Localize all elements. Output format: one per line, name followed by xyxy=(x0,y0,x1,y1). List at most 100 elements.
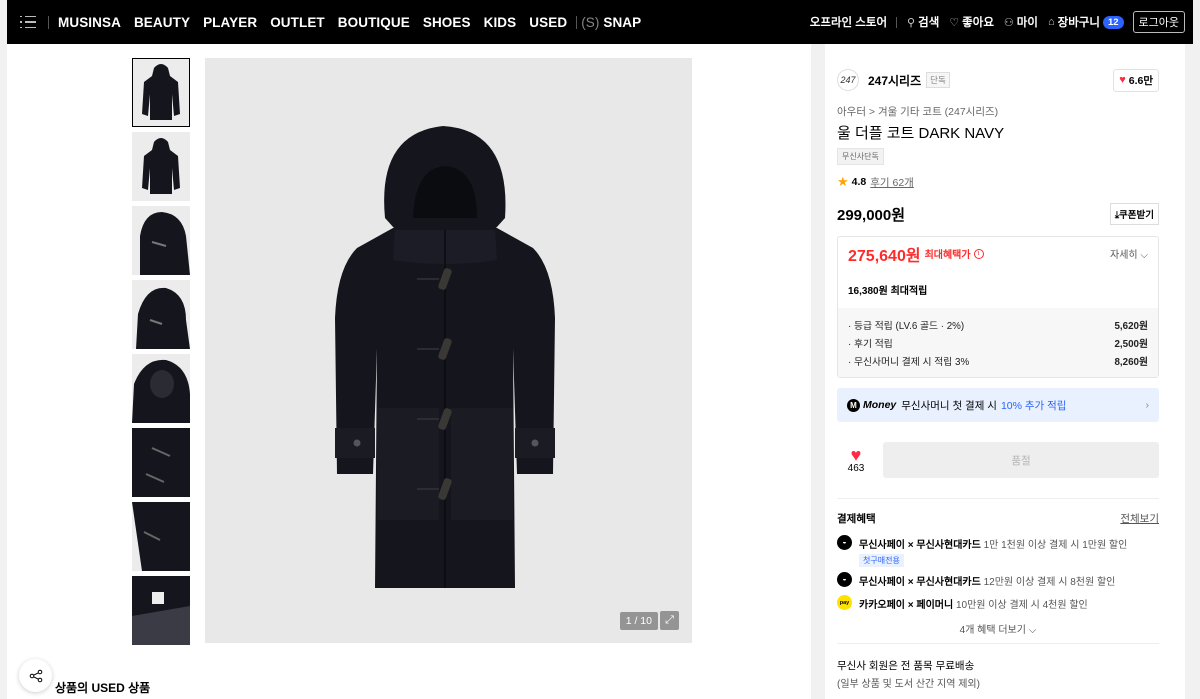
coat-thumbnail-image xyxy=(142,64,180,120)
rating-row: ★ 4.8 후기 62개 xyxy=(837,174,1159,190)
thumbnail-6[interactable] xyxy=(132,428,190,497)
breadcrumb[interactable]: 아우터 > 겨울 기타 코트 (247시리즈) xyxy=(837,104,1159,119)
heart-icon: ♥ xyxy=(1119,74,1126,86)
points-item: · 후기 적립 2,500원 xyxy=(848,334,1148,352)
chevron-down-icon: ⌵ xyxy=(1140,250,1148,261)
menu-icon[interactable] xyxy=(20,15,37,29)
more-benefits-button[interactable]: 4개 혜택 더보기 ⌵ xyxy=(837,621,1159,636)
brand-logo[interactable]: 247 xyxy=(837,69,859,91)
detail-toggle[interactable]: 자세히 ⌵ xyxy=(1110,246,1148,261)
shipping-title: 무신사 회원은 전 품목 무료배송 xyxy=(837,660,975,672)
logout-button[interactable]: 로그아웃 xyxy=(1132,11,1185,33)
musinsa-pay-icon: ◒ xyxy=(837,572,852,587)
more-benefits-label: 4개 혜택 더보기 xyxy=(959,625,1026,636)
view-all-link[interactable]: 전체보기 xyxy=(1120,511,1159,526)
nav-item-kids[interactable]: KIDS xyxy=(484,15,517,30)
brand-exclusive-badge: 단독 xyxy=(926,72,950,88)
product-like-button[interactable]: ♥ 463 xyxy=(837,444,875,474)
points-title: 16,380원 최대적립 xyxy=(848,285,928,297)
price-row: 299,000원 ⤓쿠폰받기 xyxy=(837,203,1159,225)
share-icon[interactable] xyxy=(19,659,52,692)
money-banner-text: 무신사머니 첫 결제 시 xyxy=(901,399,997,412)
nav-item-player[interactable]: PLAYER xyxy=(203,15,257,30)
hood-back-thumbnail-image xyxy=(132,359,190,423)
points-item-value: 8,260원 xyxy=(1114,357,1148,368)
thumbnail-8[interactable] xyxy=(132,576,190,645)
info-icon[interactable]: i xyxy=(973,248,984,259)
coupon-label: 쿠폰받기 xyxy=(1119,210,1154,221)
image-counter: 1 / 10 xyxy=(619,612,658,630)
nav-menu: MUSINSA BEAUTY PLAYER OUTLET BOUTIQUE SH… xyxy=(58,15,654,30)
exclusive-badge: 무신사단독 xyxy=(837,148,884,165)
payment-benefit-name: 카카오페이 × 페이머니 xyxy=(859,600,954,611)
payment-benefit-desc: 12만원 이상 결제 시 8천원 할인 xyxy=(983,577,1116,588)
brand-like-button[interactable]: ♥ 6.6만 xyxy=(1113,68,1159,92)
nav-divider xyxy=(48,15,49,29)
brand-name[interactable]: 247시리즈 xyxy=(868,72,921,89)
brand-row: 247 247시리즈 단독 ♥ 6.6만 xyxy=(837,68,1159,92)
points-item-value: 2,500원 xyxy=(1114,339,1148,350)
nav-utility: 오프라인 스토어 ⚲ 검색 ♡ 좋아요 ⚇ 마이 ⌂ 장바구니 12 로그아웃 xyxy=(810,11,1185,33)
points-list: · 등급 적립 (LV.6 골드 · 2%) 5,620원 · 후기 적립 2,50… xyxy=(838,308,1158,377)
nav-divider xyxy=(576,15,578,29)
hood-detail-thumbnail-image xyxy=(140,212,190,275)
my-link[interactable]: ⚇ 마이 xyxy=(1004,14,1038,30)
nav-item-snap[interactable]: (S) SNAP xyxy=(581,15,641,30)
nav-item-shoes[interactable]: SHOES xyxy=(423,15,471,30)
hood-thumbnail-image xyxy=(136,287,190,349)
expand-icon[interactable]: ⤢ xyxy=(660,611,679,630)
cart-link[interactable]: ⌂ 장바구니 12 xyxy=(1048,14,1124,30)
cart-count-badge: 12 xyxy=(1102,15,1124,29)
benefit-box: 275,640원 최대혜택가 i 자세히 ⌵ 16,380원 최대적립 · 등급… xyxy=(837,236,1159,378)
sale-price: 275,640원 xyxy=(848,247,921,265)
payment-benefit-item: pay 카카오페이 × 페이머니 10만원 이상 결제 시 4천원 할인 xyxy=(837,595,1159,611)
like-link[interactable]: ♡ 좋아요 xyxy=(949,14,994,30)
section-divider xyxy=(837,643,1159,644)
snap-prefix: (S) xyxy=(581,14,600,30)
thumbnail-4[interactable] xyxy=(132,280,190,349)
thumbnail-5[interactable] xyxy=(132,354,190,423)
cart-label: 장바구니 xyxy=(1057,17,1100,29)
heart-icon: ♥ xyxy=(850,444,862,465)
detail-label: 자세히 xyxy=(1110,250,1138,261)
offline-store-link[interactable]: 오프라인 스토어 xyxy=(810,14,887,30)
points-item-label: · 무신사머니 결제 시 적립 3% xyxy=(848,357,970,368)
shipping-subtitle: (일부 상품 및 도서 산간 지역 제외) xyxy=(837,679,980,690)
nav-item-used[interactable]: USED xyxy=(529,15,567,30)
original-price: 299,000원 xyxy=(837,206,906,224)
my-label: 마이 xyxy=(1016,17,1038,29)
points-item-value: 5,620원 xyxy=(1114,321,1148,332)
snap-label: SNAP xyxy=(603,14,642,30)
used-products-title: 상품의 USED 상품 xyxy=(55,681,151,695)
search-label: 검색 xyxy=(918,17,940,29)
payment-benefit-item: ◒ 무신사페이 × 무신사현대카드 1만 1천원 이상 결제 시 1만원 할인 … xyxy=(837,535,1159,567)
thumbnail-3[interactable] xyxy=(132,206,190,275)
top-navigation: MUSINSA BEAUTY PLAYER OUTLET BOUTIQUE SH… xyxy=(7,0,1193,44)
heart-outline-icon: ♡ xyxy=(949,16,960,29)
purchase-action-row: ♥ 463 품절 xyxy=(837,442,1159,478)
thumbnail-7[interactable] xyxy=(132,502,190,571)
search-link[interactable]: ⚲ 검색 xyxy=(907,14,939,30)
coupon-button[interactable]: ⤓쿠폰받기 xyxy=(1109,203,1159,225)
musinsa-money-banner[interactable]: M Money 무신사머니 첫 결제 시 10% 추가 적립 › xyxy=(837,388,1159,422)
brand-like-count: 6.6만 xyxy=(1128,74,1153,87)
max-benefit-label: 최대혜택가 xyxy=(924,250,971,261)
thumbnail-1[interactable] xyxy=(132,58,190,127)
nav-item-outlet[interactable]: OUTLET xyxy=(270,15,325,30)
sold-out-button[interactable]: 품절 xyxy=(883,442,1159,478)
user-icon: ⚇ xyxy=(1003,16,1014,29)
points-item: · 무신사머니 결제 시 적립 3% 8,260원 xyxy=(848,352,1148,370)
money-logo-text: Money xyxy=(863,399,897,411)
section-divider xyxy=(837,498,1159,499)
max-benefit-row: 275,640원 최대혜택가 i 자세히 ⌵ xyxy=(838,237,1158,270)
lining-label-thumbnail-image xyxy=(132,576,190,645)
reviews-link[interactable]: 후기 62개 xyxy=(870,175,914,190)
nav-divider xyxy=(896,16,898,28)
nav-item-musinsa[interactable]: MUSINSA xyxy=(58,15,121,30)
star-icon: ★ xyxy=(837,174,849,189)
nav-item-beauty[interactable]: BEAUTY xyxy=(134,15,190,30)
thumbnail-2[interactable] xyxy=(132,132,190,201)
nav-item-boutique[interactable]: BOUTIQUE xyxy=(338,15,410,30)
thumbnail-list xyxy=(132,58,190,650)
main-product-image[interactable]: 1 / 10 ⤢ xyxy=(205,58,692,643)
